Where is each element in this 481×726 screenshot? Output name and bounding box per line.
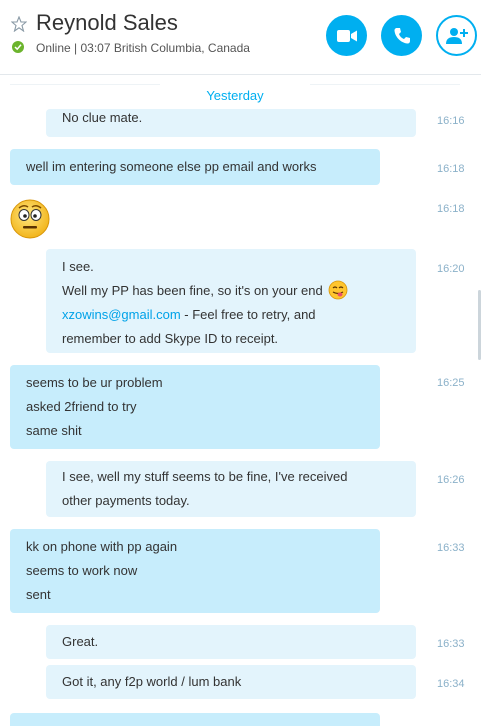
message-text-line: Well my PP has been fine, so it's on you… <box>62 279 400 303</box>
conversation-header: Reynold Sales Online | 03:07 British Col… <box>0 0 481 75</box>
message-bubble-outgoing[interactable]: Got it, any f2p world / lum bank <box>46 665 416 699</box>
message-time: 16:26 <box>437 474 465 486</box>
message-bubble-incoming[interactable]: kk on phone with pp again seems to work … <box>10 529 380 613</box>
day-divider-right <box>310 84 460 85</box>
phone-icon <box>394 27 410 43</box>
message-text: well im entering someone else pp email a… <box>26 159 317 174</box>
local-time: 03:07 <box>80 41 111 55</box>
email-link[interactable]: xzowins@gmail.com <box>62 307 181 322</box>
day-separator: Yesterday <box>206 88 264 103</box>
status-line: Online | 03:07 British Columbia, Canada <box>36 41 250 55</box>
message-time: 16:34 <box>437 678 465 690</box>
online-status-icon <box>12 41 24 53</box>
message-time: 16:25 <box>437 377 465 389</box>
audio-call-button[interactable] <box>381 15 422 56</box>
message-bubble-outgoing[interactable]: I see. Well my PP has been fine, so it's… <box>46 249 416 353</box>
contact-name[interactable]: Reynold Sales <box>36 10 178 36</box>
message-text: remember to add Skype ID to receipt. <box>62 331 279 346</box>
message-text: No clue mate. <box>62 110 143 125</box>
message-bubble-outgoing[interactable]: I see, well my stuff seems to be fine, I… <box>46 461 416 517</box>
message-text-line: xzowins@gmail.com - Feel free to retry, … <box>62 303 400 327</box>
message-list[interactable]: Yesterday No clue mate. 16:16 well im en… <box>0 75 481 726</box>
message-time: 16:18 <box>437 203 465 215</box>
add-person-icon <box>445 27 468 44</box>
message-text: I see, well my stuff seems to be fine, I… <box>62 469 348 484</box>
video-camera-icon <box>336 29 357 42</box>
message-text: seems to be ur problem <box>26 375 163 390</box>
message-text: Well my PP has been fine, so it's on you… <box>62 283 323 298</box>
day-divider-left <box>10 84 160 85</box>
message-bubble-incoming[interactable]: well im entering someone else pp email a… <box>10 149 380 185</box>
message-text: kk on phone with pp again <box>26 539 178 554</box>
chat-scrollbar[interactable] <box>477 75 481 726</box>
worried-face-emoji[interactable] <box>10 199 50 239</box>
message-bubble-outgoing[interactable]: Great. <box>46 625 416 659</box>
video-call-button[interactable] <box>326 15 367 56</box>
message-text: - Feel free to retry, and <box>180 307 316 322</box>
message-bubble-outgoing[interactable]: No clue mate. <box>46 109 416 137</box>
message-text: same shit <box>26 423 82 438</box>
message-text: Got it, any f2p world / lum bank <box>62 674 242 689</box>
favorite-star-icon[interactable] <box>11 16 27 32</box>
message-text: I see. <box>62 259 94 274</box>
add-contact-button[interactable] <box>436 15 477 56</box>
message-bubble-incoming-partial[interactable] <box>10 713 380 726</box>
message-text: asked 2friend to try <box>26 399 137 414</box>
message-text: seems to work now <box>26 563 138 578</box>
location: British Columbia, Canada <box>113 41 250 55</box>
message-time: 16:16 <box>437 115 465 127</box>
message-time: 16:20 <box>437 263 465 275</box>
status-text: Online <box>36 41 71 55</box>
message-text: sent <box>26 587 51 602</box>
message-time: 16:18 <box>437 163 465 175</box>
message-text: Great. <box>62 634 99 649</box>
message-bubble-incoming[interactable]: seems to be ur problem asked 2friend to … <box>10 365 380 449</box>
tongue-out-emoji <box>328 280 348 300</box>
message-text: other payments today. <box>62 493 190 508</box>
status-separator: | <box>74 41 78 55</box>
message-time: 16:33 <box>437 542 465 554</box>
message-time: 16:33 <box>437 638 465 650</box>
